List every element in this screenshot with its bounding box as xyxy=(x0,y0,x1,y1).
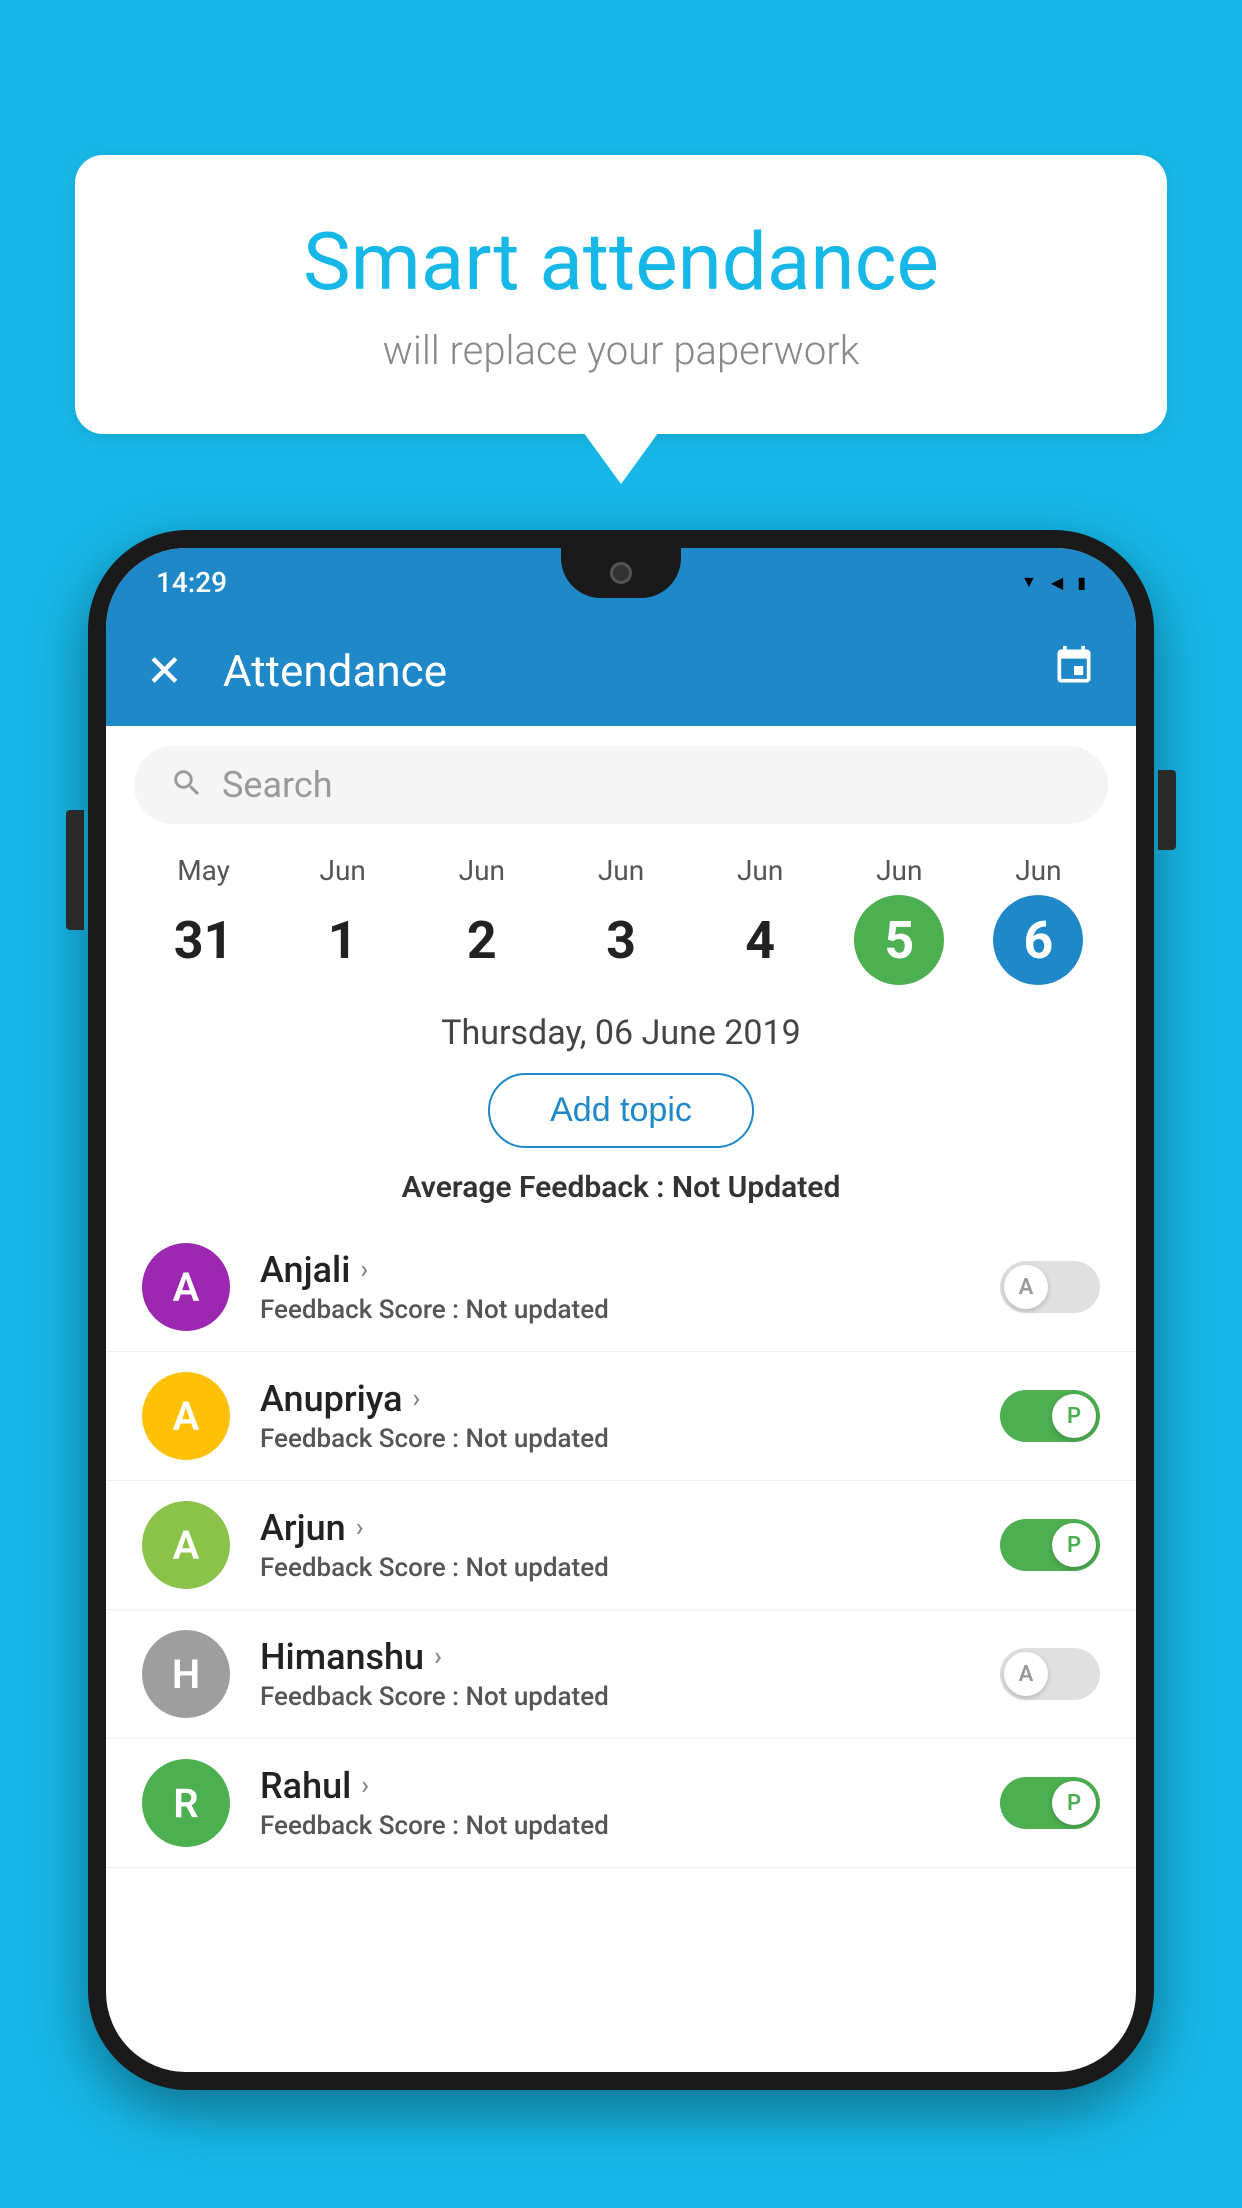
status-time: 14:29 xyxy=(156,566,227,599)
student-list: AAnjali›Feedback Score : Not updatedAAAn… xyxy=(106,1213,1136,1878)
student-name-text: Anjali xyxy=(260,1249,350,1291)
search-placeholder: Search xyxy=(222,764,333,806)
search-bar[interactable]: Search xyxy=(134,746,1108,824)
chevron-icon: › xyxy=(413,1384,421,1414)
selected-date: Thursday, 06 June 2019 xyxy=(106,995,1136,1063)
date-item[interactable]: Jun1 xyxy=(273,854,412,985)
calendar-button[interactable] xyxy=(1052,644,1096,698)
close-button[interactable]: ✕ xyxy=(146,645,183,697)
bubble-subtitle: will replace your paperwork xyxy=(155,327,1087,374)
student-item[interactable]: RRahul›Feedback Score : Not updatedP xyxy=(106,1739,1136,1868)
attendance-toggle[interactable]: P xyxy=(1000,1519,1100,1571)
date-item[interactable]: Jun2 xyxy=(412,854,551,985)
signal-icon: ◀ xyxy=(1051,573,1063,592)
date-item[interactable]: May31 xyxy=(134,854,273,985)
phone-outer: 14:29 ▼ ◀ ▮ ✕ Attendance xyxy=(88,530,1154,2090)
avatar: R xyxy=(142,1759,230,1847)
notch xyxy=(561,548,681,598)
speech-bubble-container: Smart attendance will replace your paper… xyxy=(75,155,1167,434)
wifi-icon: ▼ xyxy=(1021,572,1037,592)
status-icons: ▼ ◀ ▮ xyxy=(1021,572,1086,592)
chevron-icon: › xyxy=(356,1513,364,1543)
student-name-text: Anupriya xyxy=(260,1378,403,1420)
attendance-toggle[interactable]: P xyxy=(1000,1390,1100,1442)
average-feedback: Average Feedback : Not Updated xyxy=(106,1158,1136,1213)
avatar: A xyxy=(142,1372,230,1460)
chevron-icon: › xyxy=(361,1771,369,1801)
student-name-text: Arjun xyxy=(260,1507,346,1549)
chevron-icon: › xyxy=(434,1642,442,1672)
date-item[interactable]: Jun5 xyxy=(830,854,969,985)
date-item[interactable]: Jun6 xyxy=(969,854,1108,985)
avatar: A xyxy=(142,1501,230,1589)
chevron-icon: › xyxy=(360,1255,368,1285)
battery-icon: ▮ xyxy=(1077,573,1086,592)
attendance-toggle[interactable]: A xyxy=(1000,1648,1100,1700)
avatar: A xyxy=(142,1243,230,1331)
attendance-toggle[interactable]: A xyxy=(1000,1261,1100,1313)
add-topic-button[interactable]: Add topic xyxy=(488,1073,754,1148)
date-strip: May31Jun1Jun2Jun3Jun4Jun5Jun6 xyxy=(106,844,1136,995)
status-bar: 14:29 ▼ ◀ ▮ xyxy=(106,548,1136,616)
attendance-toggle[interactable]: P xyxy=(1000,1777,1100,1829)
student-name-text: Rahul xyxy=(260,1765,351,1807)
avatar: H xyxy=(142,1630,230,1718)
student-item[interactable]: AAnjali›Feedback Score : Not updatedA xyxy=(106,1223,1136,1352)
app-title: Attendance xyxy=(223,645,1012,697)
speech-bubble: Smart attendance will replace your paper… xyxy=(75,155,1167,434)
search-icon xyxy=(170,766,204,804)
bubble-title: Smart attendance xyxy=(155,215,1087,309)
phone-screen: 14:29 ▼ ◀ ▮ ✕ Attendance xyxy=(106,548,1136,2072)
app-bar: ✕ Attendance xyxy=(106,616,1136,726)
student-item[interactable]: HHimanshu›Feedback Score : Not updatedA xyxy=(106,1610,1136,1739)
date-item[interactable]: Jun4 xyxy=(691,854,830,985)
phone-container: 14:29 ▼ ◀ ▮ ✕ Attendance xyxy=(88,530,1154,2208)
student-item[interactable]: AAnupriya›Feedback Score : Not updatedP xyxy=(106,1352,1136,1481)
date-item[interactable]: Jun3 xyxy=(551,854,690,985)
student-item[interactable]: AArjun›Feedback Score : Not updatedP xyxy=(106,1481,1136,1610)
camera xyxy=(610,562,632,584)
student-name-text: Himanshu xyxy=(260,1636,424,1678)
